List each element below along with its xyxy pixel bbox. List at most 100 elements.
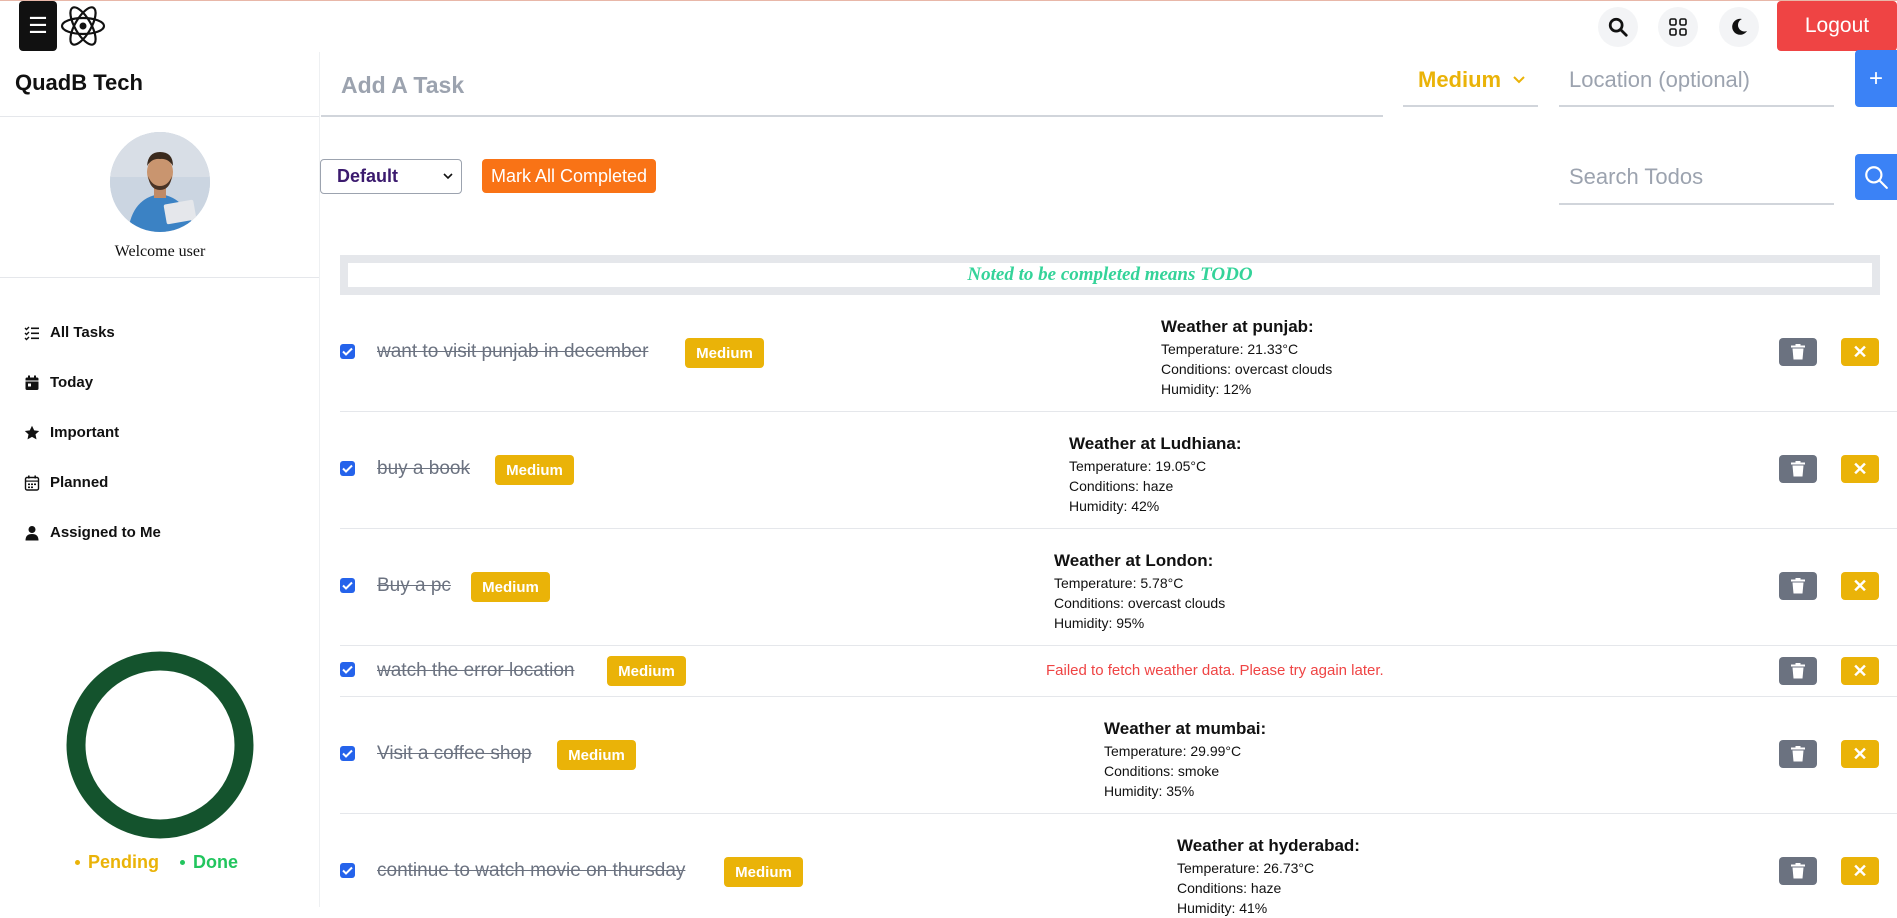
todo-text: want to visit punjab in december [377, 341, 649, 362]
delete-button[interactable] [1779, 572, 1817, 600]
todo-row: want to visit punjab in december Medium … [340, 297, 1897, 412]
sidebar-item-label: Assigned to Me [50, 524, 161, 541]
priority-value: Medium [1418, 67, 1502, 92]
sidebar-item-planned[interactable]: Planned [24, 474, 108, 491]
delete-button[interactable] [1779, 657, 1817, 685]
completed-checkbox[interactable] [340, 746, 355, 761]
remove-button[interactable]: ✕ [1841, 338, 1879, 366]
weather-conditions: Conditions: overcast clouds [1161, 361, 1333, 377]
calendar-icon [24, 475, 40, 491]
weather-title: Weather at Ludhiana: [1069, 434, 1242, 453]
trash-icon [1791, 746, 1805, 762]
close-icon: ✕ [1852, 575, 1868, 596]
grid-icon [1669, 18, 1687, 36]
legend-label: Done [193, 852, 238, 872]
remove-button[interactable]: ✕ [1841, 572, 1879, 600]
completed-checkbox[interactable] [340, 461, 355, 476]
chevron-down-icon [443, 173, 453, 180]
priority-badge: Medium [471, 572, 550, 602]
sidebar-item-label: Planned [50, 474, 109, 491]
weather-temperature: Temperature: 21.33°C [1161, 341, 1299, 357]
completed-checkbox[interactable] [340, 344, 355, 359]
trash-icon [1791, 863, 1805, 879]
weather-conditions: Conditions: smoke [1104, 763, 1220, 779]
sidebar-item-today[interactable]: Today [24, 374, 93, 391]
todo-text: watch the error location [377, 660, 575, 681]
todo-row: Buy a pc Medium Weather at London: Tempe… [340, 529, 1897, 646]
weather-humidity: Humidity: 12% [1161, 381, 1252, 397]
moon-icon [1732, 18, 1747, 35]
search-icon [1608, 17, 1628, 37]
search-icon-button[interactable] [1598, 7, 1638, 47]
todo-text: buy a book [377, 458, 470, 479]
add-task-input[interactable]: Add A Task [321, 55, 1383, 117]
weather-error: Failed to fetch weather data. Please try… [1046, 662, 1384, 679]
welcome-text: Welcome user [114, 243, 206, 260]
weather-title: Weather at hyderabad: [1177, 836, 1360, 855]
priority-badge: Medium [607, 656, 686, 686]
sidebar-item-all-tasks[interactable]: All Tasks [24, 324, 115, 341]
add-task-button[interactable]: + [1855, 50, 1897, 107]
legend-done: Done [180, 852, 238, 873]
remove-button[interactable]: ✕ [1841, 740, 1879, 768]
remove-button[interactable]: ✕ [1841, 455, 1879, 483]
hamburger-icon: ☰ [28, 13, 48, 38]
weather-info: Weather at punjab: Temperature: 21.33°C … [1161, 317, 1332, 399]
todo-text: Visit a coffee shop [377, 743, 532, 764]
weather-humidity: Humidity: 41% [1177, 900, 1268, 916]
grid-view-button[interactable] [1658, 7, 1698, 47]
calendar-day-icon [25, 375, 39, 390]
user-icon [25, 525, 39, 540]
delete-button[interactable] [1779, 338, 1817, 366]
note-text: Noted to be completed means TODO [967, 264, 1253, 285]
sidebar-item-important[interactable]: Important [24, 424, 119, 441]
todo-row: Visit a coffee shop Medium Weather at mu… [340, 697, 1897, 814]
sidebar-item-label: Today [50, 374, 94, 391]
search-todos-input[interactable]: Search Todos [1559, 150, 1834, 205]
legend-pending: Pending [75, 852, 159, 873]
sidebar-item-assigned[interactable]: Assigned to Me [24, 524, 161, 541]
delete-button[interactable] [1779, 455, 1817, 483]
legend-dot [180, 860, 185, 865]
note-banner: Noted to be completed means TODO [340, 255, 1880, 295]
trash-icon [1791, 578, 1805, 594]
weather-conditions: Conditions: overcast clouds [1054, 595, 1226, 611]
trash-icon [1791, 344, 1805, 360]
location-input[interactable]: Location (optional) [1559, 55, 1834, 107]
chevron-down-icon [1513, 76, 1525, 84]
menu-button[interactable]: ☰ [19, 1, 57, 51]
todo-row: continue to watch movie on thursday Medi… [340, 814, 1897, 916]
filter-select[interactable]: Default [320, 159, 462, 194]
mark-all-completed-button[interactable]: Mark All Completed [482, 159, 656, 193]
weather-temperature: Temperature: 19.05°C [1069, 458, 1207, 474]
todo-text: continue to watch movie on thursday [377, 860, 686, 881]
completed-checkbox[interactable] [340, 662, 355, 677]
delete-button[interactable] [1779, 740, 1817, 768]
weather-title: Weather at punjab: [1161, 317, 1314, 336]
weather-temperature: Temperature: 29.99°C [1104, 743, 1242, 759]
weather-temperature: Temperature: 5.78°C [1054, 575, 1184, 591]
list-check-icon [24, 326, 39, 340]
remove-button[interactable]: ✕ [1841, 857, 1879, 885]
todo-row: watch the error location Medium Failed t… [340, 646, 1897, 697]
filter-value: Default [337, 166, 399, 186]
trash-icon [1791, 663, 1805, 679]
weather-conditions: Conditions: haze [1177, 880, 1282, 896]
completed-checkbox[interactable] [340, 578, 355, 593]
weather-conditions: Conditions: haze [1069, 478, 1174, 494]
weather-info: Weather at mumbai: Temperature: 29.99°C … [1104, 719, 1266, 801]
delete-button[interactable] [1779, 857, 1817, 885]
priority-select[interactable]: Medium [1403, 55, 1538, 107]
tasks-donut-chart [66, 651, 254, 839]
react-atom-icon [60, 6, 106, 46]
remove-button[interactable]: ✕ [1841, 657, 1879, 685]
weather-info: Weather at hyderabad: Temperature: 26.73… [1177, 836, 1360, 918]
close-icon: ✕ [1852, 458, 1868, 479]
dark-mode-toggle[interactable] [1719, 7, 1759, 47]
divider [0, 277, 320, 278]
weather-temperature: Temperature: 26.73°C [1177, 860, 1315, 876]
search-button[interactable] [1855, 154, 1897, 200]
completed-checkbox[interactable] [340, 863, 355, 878]
logout-button[interactable]: Logout [1777, 1, 1897, 51]
brand-name: QuadB Tech [15, 70, 143, 95]
